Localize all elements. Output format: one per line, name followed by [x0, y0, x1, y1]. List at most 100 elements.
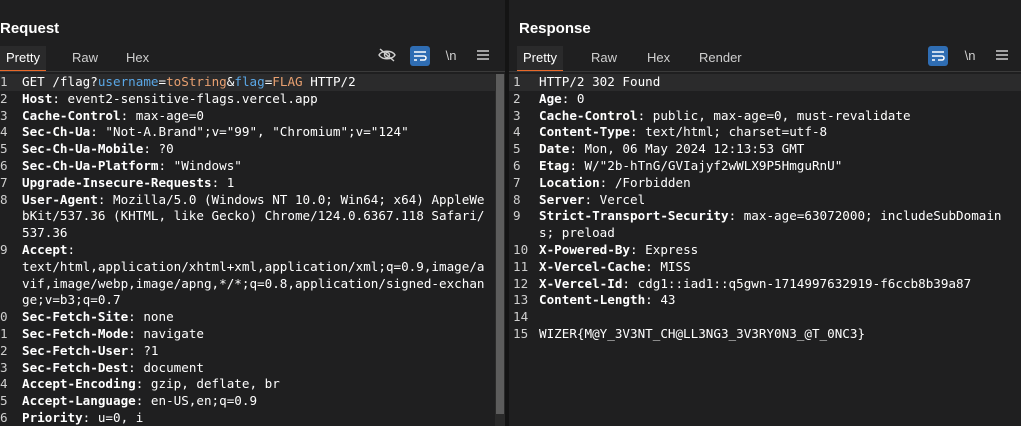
code-line: 0 Sec-Fetch-Site: none	[0, 309, 495, 326]
code-line: 5 Sec-Ch-Ua-Mobile: ?0	[0, 141, 495, 158]
header-name: Priority	[22, 409, 83, 425]
text-span: =	[158, 74, 167, 89]
tab-request-pretty[interactable]: Pretty	[0, 46, 46, 72]
header-name: Age	[539, 90, 562, 106]
header-name: Upgrade-Insecure-Requests	[22, 174, 212, 190]
scroll-thumb[interactable]	[496, 74, 504, 414]
text-span: : Mon, 06 May 2024 12:13:53 GMT	[569, 141, 805, 157]
wrap-icon[interactable]	[928, 46, 948, 66]
header-name: Sec-Ch-Ua-Mobile	[22, 141, 144, 157]
text-span: : W/"2b-hTnG/GVIajyf2wWLX9P5HmguRnU"	[569, 157, 843, 173]
line-text: Priority: u=0, i	[22, 410, 495, 426]
header-name: Cache-Control	[539, 107, 638, 123]
line-number: 1	[0, 74, 8, 89]
header-name: Server	[539, 191, 585, 207]
header-name: Content-Length	[539, 292, 646, 308]
request-pane: Request Pretty Raw Hex \n 1 GET /flag?use…	[0, 0, 505, 426]
tab-response-raw[interactable]: Raw	[585, 46, 623, 70]
param-value: FLAG	[272, 74, 303, 89]
tab-response-pretty[interactable]: Pretty	[517, 46, 563, 72]
line-number: 6	[0, 409, 8, 425]
hamburger-icon[interactable]	[991, 44, 1013, 66]
request-editor[interactable]: 1 GET /flag?username=toString&flag=FLAG H…	[0, 74, 495, 426]
newline-toggle[interactable]: \n	[440, 44, 462, 66]
code-line: 3 Cache-Control: max-age=0	[0, 108, 495, 125]
text-span: : text/html; charset=utf-8	[630, 124, 828, 140]
code-line: 8 Server: Vercel	[509, 192, 1021, 209]
line-text: Sec-Fetch-Mode: navigate	[22, 326, 495, 343]
code-line: 1 Sec-Fetch-Mode: navigate	[0, 326, 495, 343]
line-text: Etag: W/"2b-hTnG/GVIajyf2wWLX9P5HmguRnU"	[539, 158, 1021, 175]
line-number: 15	[513, 325, 529, 341]
response-editor[interactable]: 1 HTTP/2 302 Found 2 Age: 0 3 Cache-Control: …	[509, 74, 1021, 426]
code-line: 15 WIZER{M@Y_3V3NT_CH@LL3NG3_3V3RY0N3_@T_…	[509, 326, 1021, 343]
line-text: Accept: text/html,application/xhtml+xml,…	[22, 242, 495, 309]
tab-request-raw[interactable]: Raw	[66, 46, 104, 70]
line-number: 8	[0, 191, 8, 207]
line-text: Sec-Fetch-Site: none	[22, 309, 495, 326]
line-text: Cache-Control: max-age=0	[22, 108, 495, 125]
line-number: 10	[513, 241, 529, 257]
request-scrollbar[interactable]	[495, 74, 505, 426]
code-line: 4 Accept-Encoding: gzip, deflate, br	[0, 376, 495, 393]
newline-toggle[interactable]: \n	[959, 44, 981, 66]
eye-off-icon[interactable]	[376, 44, 398, 66]
text-span: : 1	[211, 174, 235, 190]
header-name: Location	[539, 174, 600, 190]
request-title: Request	[0, 20, 60, 37]
param-name: username	[97, 74, 159, 89]
header-name: Accept-Encoding	[22, 376, 136, 392]
line-text: Accept-Encoding: gzip, deflate, br	[22, 376, 495, 393]
line-number: 5	[0, 393, 8, 409]
line-number: 8	[513, 191, 521, 207]
line-number: 13	[513, 292, 529, 308]
header-name: User-Agent	[22, 191, 98, 207]
code-line: 7 Upgrade-Insecure-Requests: 1	[0, 175, 495, 192]
line-number: 11	[513, 258, 529, 274]
code-line: 12 X-Vercel-Id: cdg1::iad1::q5gwn-1714997…	[509, 276, 1021, 293]
text-span: : Vercel	[584, 191, 646, 207]
line-text: Sec-Ch-Ua-Mobile: ?0	[22, 141, 495, 158]
response-title: Response	[519, 20, 591, 37]
text-span: : ?0	[143, 141, 174, 157]
wrap-icon[interactable]	[410, 46, 430, 66]
hamburger-icon[interactable]	[472, 44, 494, 66]
tab-response-hex[interactable]: Hex	[641, 46, 676, 70]
line-number: 12	[513, 275, 529, 291]
header-name: Cache-Control	[22, 107, 121, 123]
line-text: Host: event2-sensitive-flags.vercel.app	[22, 91, 495, 108]
line-text: User-Agent: Mozilla/5.0 (Windows NT 10.0…	[22, 192, 495, 242]
text-span: : gzip, deflate, br	[135, 376, 280, 392]
line-text: X-Powered-By: Express	[539, 242, 1021, 259]
text-span: : "Not-A.Brand";v="99", "Chromium";v="12…	[90, 124, 409, 140]
text-span: : public, max-age=0, must-revalidate	[637, 107, 911, 123]
line-number: 2	[0, 90, 8, 106]
header-name: Content-Type	[539, 124, 630, 140]
line-number: 6	[0, 157, 8, 173]
line-number: 1	[513, 74, 521, 89]
line-number: 1	[0, 325, 8, 341]
header-name: Sec-Ch-Ua-Platform	[22, 157, 159, 173]
tab-response-render[interactable]: Render	[693, 46, 748, 70]
line-text: WIZER{M@Y_3V3NT_CH@LL3NG3_3V3RY0N3_@T_0N…	[539, 326, 1021, 343]
text-span: : event2-sensitive-flags.vercel.app	[52, 90, 318, 106]
line-number: 3	[0, 359, 8, 375]
header-name: Date	[539, 141, 570, 157]
text-span: HTTP/2	[302, 74, 356, 89]
line-text: Location: /Forbidden	[539, 175, 1021, 192]
code-line: 9 Strict-Transport-Security: max-age=6307…	[509, 208, 1021, 242]
line-text: Server: Vercel	[539, 192, 1021, 209]
line-text: Accept-Language: en-US,en;q=0.9	[22, 393, 495, 410]
header-name: Sec-Fetch-Dest	[22, 359, 129, 375]
text-span: : navigate	[128, 325, 204, 341]
text-span: : document	[128, 359, 204, 375]
text-span: : ?1	[128, 342, 159, 358]
text-span: GET /flag?	[22, 74, 98, 89]
line-number: 3	[0, 107, 8, 123]
line-text: Age: 0	[539, 91, 1021, 108]
line-text: Sec-Fetch-Dest: document	[22, 360, 495, 377]
header-name: Sec-Fetch-User	[22, 342, 129, 358]
tab-request-hex[interactable]: Hex	[120, 46, 155, 70]
code-line: 3 Sec-Fetch-Dest: document	[0, 360, 495, 377]
line-text: Content-Length: 43	[539, 292, 1021, 309]
